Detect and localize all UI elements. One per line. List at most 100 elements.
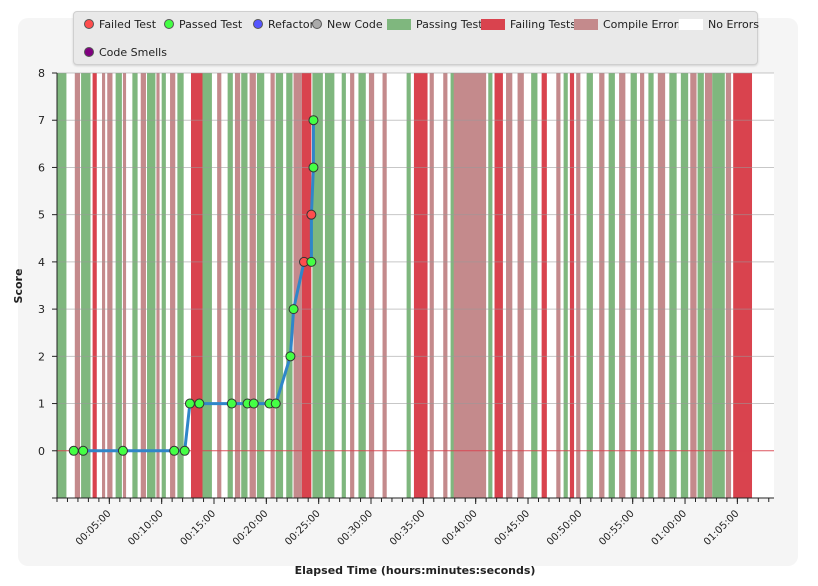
band-compile [74,73,81,498]
band-compile [657,73,666,498]
band-passing [81,73,91,498]
legend-item[interactable]: Compile Errors [574,16,684,32]
legend-item[interactable]: Passing Tests [387,16,488,32]
band-compile [217,73,222,498]
x-tick-label: 01:05:00 [702,508,742,548]
band-passing [341,73,346,498]
passed-test-point [184,398,195,409]
y-tick-label: 4 [38,256,45,269]
passed-test-point [308,162,319,173]
band-passing [241,73,248,498]
legend-item[interactable]: Failing Tests [481,16,576,32]
legend-item[interactable]: Refactor [253,16,314,32]
band-failing [301,73,312,498]
y-axis-label: Score [12,269,25,304]
x-tick-label: 00:25:00 [283,508,323,548]
passed-test-point [194,398,205,409]
band-compile [350,73,355,498]
band-failing [190,73,203,498]
y-tick-label: 0 [38,445,45,458]
band-passing [531,73,538,498]
band-passing [275,73,284,498]
legend-item[interactable]: No Errors [679,16,759,32]
band-passing [406,73,411,498]
band-compile [704,73,713,498]
band-compile [234,73,241,498]
x-tick-label: 00:10:00 [126,508,166,548]
y-tick-label: 3 [38,303,45,316]
band-passing [324,73,335,498]
legend-swatch [481,18,505,30]
legend-label: No Errors [708,17,759,31]
failed-test-point [306,209,317,220]
legend-label: Code Smells [99,45,167,59]
passed-test-point [68,445,79,456]
legend-label: New Code [327,17,383,31]
band-compile [690,73,697,498]
legend-dot-icon [84,19,94,29]
band-passing [115,73,122,498]
passed-test-point [226,398,237,409]
y-tick-label: 2 [38,350,45,363]
band-compile [506,73,513,498]
legend-swatch [574,18,598,30]
x-tick-label: 00:40:00 [440,508,480,548]
legend-item[interactable]: Failed Test [84,16,156,32]
band-passing [648,73,654,498]
legend-label: Failed Test [99,17,157,31]
band-compile [640,73,645,498]
x-tick-label: 00:45:00 [493,508,533,548]
y-tick-label: 1 [38,398,45,411]
band-passing [586,73,593,498]
band-compile [102,73,106,498]
legend-item[interactable]: Code Smells [84,44,167,60]
band-passing [358,73,366,498]
band-failing [541,73,547,498]
band-passing [697,73,704,498]
legend-item[interactable]: New Code [312,16,383,32]
passed-test-point [285,351,296,362]
passed-test-point [169,445,180,456]
passed-test-point [306,256,317,267]
band-compile [382,73,387,498]
legend-label: Failing Tests [510,17,577,31]
band-passing [57,73,67,498]
legend-swatch [679,18,703,30]
y-tick-label: 7 [38,114,45,127]
band-compile [443,73,448,498]
x-tick-label: 00:20:00 [231,508,271,548]
band-failing [413,73,428,498]
y-ticks: 0 1 2 3 4 5 6 7 8 [38,67,57,499]
legend-dot-icon [84,47,94,57]
band-passing [147,73,156,498]
x-tick-label: 01:00:00 [650,508,690,548]
band-compile [599,73,605,498]
x-axis-label: Elapsed Time (hours:minutes:seconds) [295,564,536,577]
band-passing [669,73,677,498]
band-passing [202,73,212,498]
legend-dot-icon [164,19,174,29]
band-passing [488,73,493,498]
legend: Failed Test Passed Test Refactor New Code Pa… [73,11,759,65]
band-compile [576,73,581,498]
legend-dot-icon [253,19,263,29]
legend-item[interactable]: Passed Test [164,16,242,32]
band-failing [733,73,753,498]
band-compile [725,73,732,498]
legend-label: Refactor [268,17,315,31]
band-passing [630,73,637,498]
band-compile [556,73,561,498]
x-tick-label: 00:15:00 [179,508,219,548]
passed-test-point [117,445,128,456]
band-compile [156,73,160,498]
band-passing [608,73,615,498]
band-compile [429,73,434,498]
band-compile [122,73,127,498]
band-compile [368,73,375,498]
score-chart: 00:05:00 00:10:00 00:15:00 00:20:00 00:25:00… [12,67,774,577]
legend-label: Compile Errors [603,17,685,31]
passed-test-point [270,398,281,409]
x-ticks: 00:05:00 00:10:00 00:15:00 00:20:00 00:25:00… [56,498,770,548]
band-compile [453,73,487,498]
legend-label: Passed Test [179,17,243,31]
